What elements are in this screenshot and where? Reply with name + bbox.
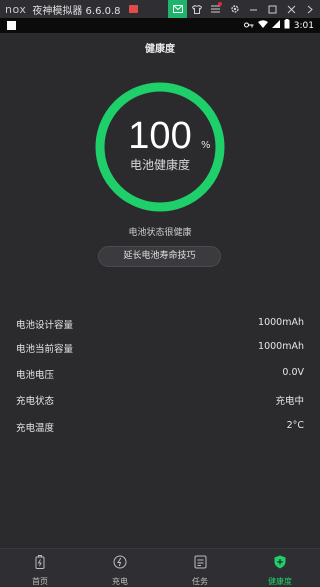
- health-label: 电池健康度: [129, 158, 190, 172]
- info-label: 充电状态: [16, 396, 55, 407]
- clock: 3:01: [293, 20, 314, 31]
- maximize-icon[interactable]: [263, 0, 282, 18]
- info-row-design-capacity: 电池设计容量 1000mAh: [16, 317, 304, 331]
- nav-label-home: 首页: [32, 577, 48, 586]
- mail-icon[interactable]: [168, 0, 187, 18]
- battery-icon: [35, 554, 45, 573]
- health-value: 100: [128, 115, 192, 157]
- info-value: 1000mAh: [258, 317, 304, 328]
- info-label: 电池设计容量: [16, 320, 74, 331]
- battery-tips-button[interactable]: 延长电池寿命技巧: [98, 246, 221, 267]
- wifi-icon: [257, 20, 268, 31]
- minimize-icon[interactable]: [244, 0, 263, 18]
- nav-item-charge[interactable]: 充电: [80, 549, 160, 586]
- close-icon[interactable]: [282, 0, 301, 18]
- signal-icon: [271, 20, 280, 31]
- info-row-current-capacity: 电池当前容量 1000mAh: [16, 341, 304, 355]
- page-title: 健康度: [145, 44, 175, 55]
- bottom-nav: 首页 充电 任务 健康度: [0, 548, 320, 586]
- info-label: 电池电压: [16, 370, 55, 381]
- key-icon: [243, 21, 254, 31]
- shirt-icon[interactable]: [187, 0, 206, 18]
- expand-icon[interactable]: [301, 0, 320, 18]
- info-row-charge-status: 充电状态 充电中: [16, 393, 304, 407]
- gear-icon[interactable]: [225, 0, 244, 18]
- info-value: 0.0V: [282, 367, 304, 378]
- task-icon: [194, 554, 207, 573]
- battery-status-text: 电池状态很健康: [128, 228, 192, 238]
- health-unit: %: [201, 140, 211, 151]
- nav-label-task: 任务: [192, 577, 208, 586]
- shield-icon: [274, 554, 286, 573]
- menu-icon[interactable]: [206, 0, 225, 18]
- info-value: 2°C: [286, 420, 304, 431]
- info-label: 充电温度: [16, 423, 55, 434]
- emulator-title-bar: nox 夜神模拟器 6.6.0.8: [0, 0, 320, 18]
- info-label: 电池当前容量: [16, 344, 74, 355]
- info-row-voltage: 电池电压 0.0V: [16, 367, 304, 381]
- battery-status-icon: [284, 19, 290, 32]
- emulator-title: 夜神模拟器 6.6.0.8: [32, 5, 121, 17]
- android-status-bar: 3:01: [0, 18, 320, 33]
- charge-icon: [113, 554, 127, 573]
- app-notification-icon: [7, 21, 16, 30]
- nav-label-health: 健康度: [268, 577, 292, 586]
- info-value: 充电中: [275, 396, 304, 407]
- nav-label-charge: 充电: [112, 577, 128, 586]
- notification-icon[interactable]: [128, 5, 138, 13]
- info-value: 1000mAh: [258, 341, 304, 352]
- info-row-temperature: 充电温度 2°C: [16, 420, 304, 434]
- nox-logo: nox: [5, 2, 27, 16]
- nav-item-home[interactable]: 首页: [0, 549, 80, 586]
- nav-item-task[interactable]: 任务: [160, 549, 240, 586]
- nav-item-health[interactable]: 健康度: [240, 549, 320, 586]
